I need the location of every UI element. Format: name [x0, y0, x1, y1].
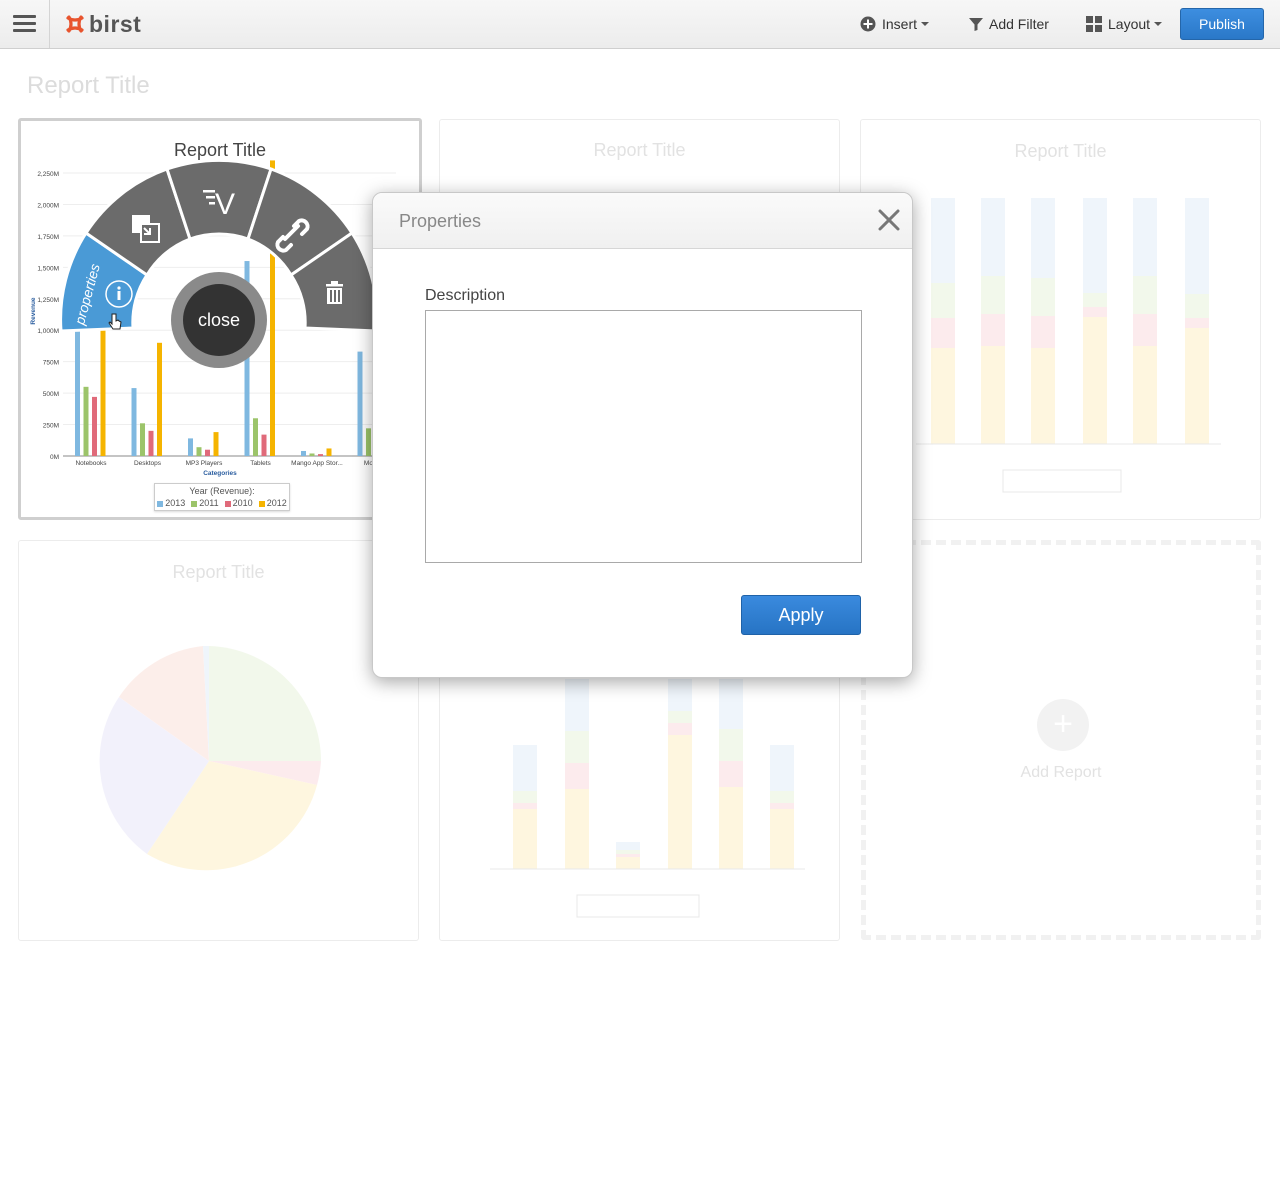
- trash-icon: [326, 281, 343, 304]
- add-report-plus-icon[interactable]: +: [1037, 699, 1089, 751]
- grid-icon: [1086, 16, 1102, 32]
- dialog-header: Properties: [373, 193, 912, 249]
- layout-button[interactable]: Layout: [1086, 13, 1163, 35]
- close-label: close: [198, 310, 240, 330]
- top-toolbar: birst Insert Add Filter Layout Publish: [0, 0, 1280, 49]
- hamburger-menu-icon[interactable]: [0, 0, 50, 48]
- properties-dialog: Properties Description Apply: [372, 192, 913, 678]
- add-report-label: Add Report: [1020, 764, 1102, 781]
- layout-label: Layout: [1108, 16, 1151, 32]
- info-icon: [105, 280, 133, 308]
- filter-icon: [969, 18, 983, 31]
- report-card-3[interactable]: Report Title: [860, 119, 1261, 520]
- report-title: Report Title: [593, 140, 686, 160]
- publish-button[interactable]: Publish: [1180, 8, 1264, 40]
- stacked-bars: [931, 198, 1209, 444]
- birst-logo: birst: [64, 10, 141, 38]
- report-card-4[interactable]: Report Title: [18, 540, 419, 941]
- birst-logo-icon: [66, 15, 84, 33]
- close-icon[interactable]: [877, 208, 901, 232]
- insert-button[interactable]: Insert: [860, 13, 930, 35]
- add-filter-button[interactable]: Add Filter: [968, 13, 1049, 35]
- plus-circle-icon: [860, 16, 876, 32]
- add-report-card[interactable]: + Add Report: [861, 540, 1261, 940]
- pie-chart: [99, 645, 321, 871]
- insert-label: Insert: [882, 16, 918, 32]
- svg-text:V: V: [215, 188, 235, 221]
- add-filter-label: Add Filter: [989, 16, 1049, 32]
- stacked-bar-chart: [916, 198, 1221, 493]
- logo-text: birst: [89, 10, 142, 37]
- dialog-title: Properties: [399, 211, 482, 231]
- apply-button[interactable]: Apply: [741, 595, 861, 635]
- description-label: Description: [425, 287, 506, 304]
- chevron-down-icon: [921, 22, 930, 26]
- pie-slice-desktops: [209, 646, 321, 761]
- page-title: Report Title: [27, 72, 150, 99]
- chevron-down-icon: [1154, 22, 1163, 26]
- radial-menu: properties V close: [59, 158, 379, 368]
- description-textarea[interactable]: [425, 310, 862, 563]
